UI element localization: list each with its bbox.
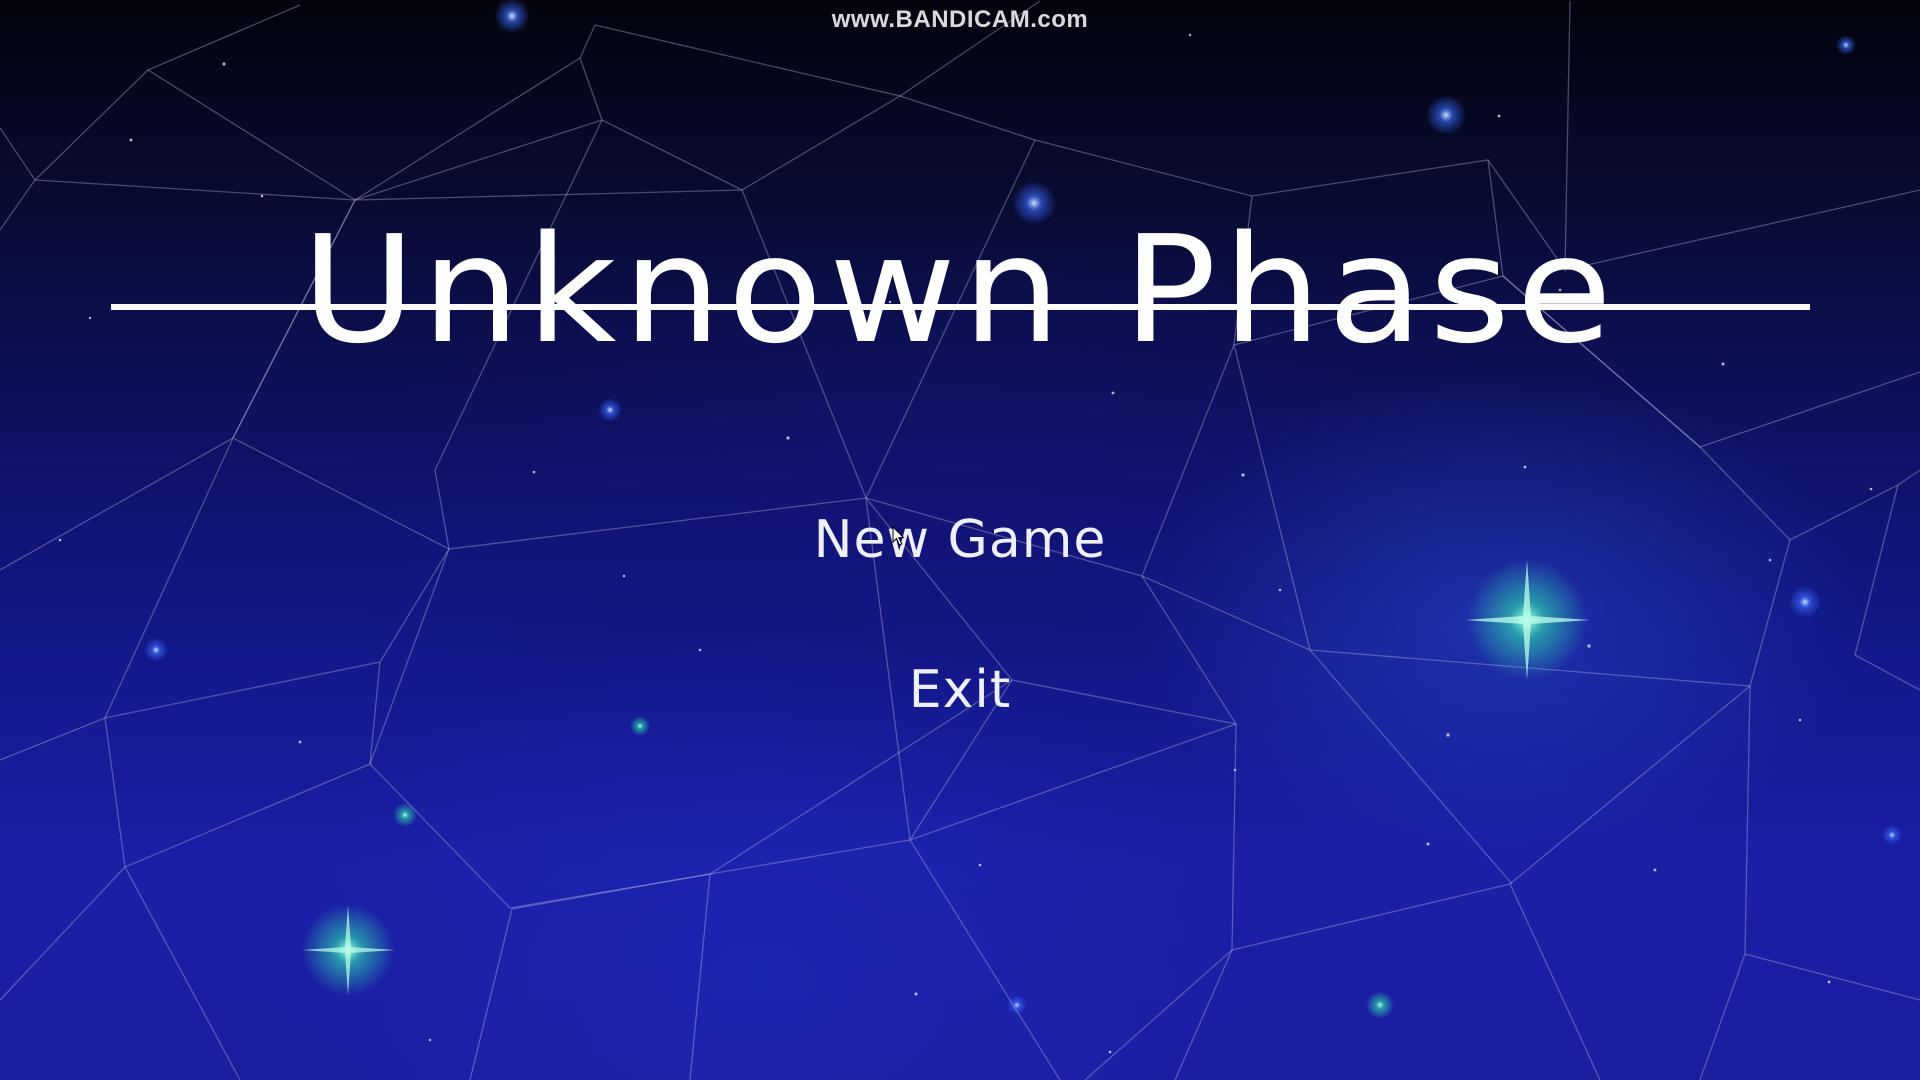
mouse-cursor-icon: [892, 526, 905, 546]
game-title: Unknown Phase: [301, 204, 1619, 376]
main-menu-screen: www.BANDICAM.com Unknown Phase New Game …: [0, 0, 1920, 1080]
new-game-button[interactable]: New Game: [760, 505, 1160, 575]
recording-watermark: www.BANDICAM.com: [831, 6, 1089, 33]
exit-button[interactable]: Exit: [760, 655, 1160, 725]
